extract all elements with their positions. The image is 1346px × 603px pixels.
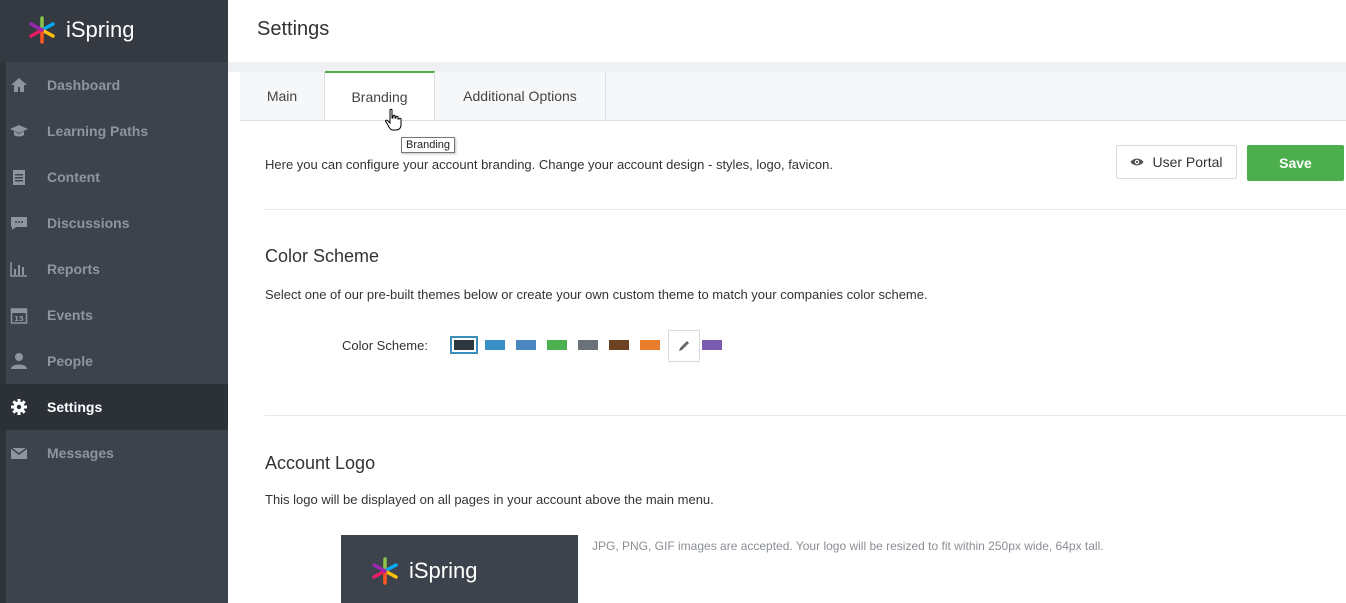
person-icon bbox=[11, 353, 27, 369]
graduation-cap-icon bbox=[10, 125, 28, 137]
eye-icon bbox=[1130, 158, 1144, 166]
page-title: Settings bbox=[257, 18, 330, 40]
sidebar-item-label: Learning Paths bbox=[47, 123, 149, 139]
logo-preview-inner: iSpring bbox=[369, 557, 477, 585]
account-logo-description: This logo will be displayed on all pages… bbox=[265, 492, 714, 507]
color-swatch-fill bbox=[454, 340, 474, 350]
logo-preview-text: iSpring bbox=[409, 558, 478, 583]
sidebar-item-label: People bbox=[47, 353, 93, 369]
sidebar-item-label: Content bbox=[47, 169, 100, 185]
color-swatch-fill bbox=[609, 340, 629, 350]
color-swatch-fill bbox=[578, 340, 598, 350]
account-logo-preview[interactable]: iSpring bbox=[341, 535, 578, 603]
sidebar-item-content[interactable]: Content bbox=[0, 154, 228, 200]
ispring-star-icon bbox=[372, 557, 398, 585]
color-swatch[interactable] bbox=[574, 336, 602, 354]
color-scheme-description: Select one of our pre-built themes below… bbox=[265, 287, 928, 302]
divider bbox=[265, 415, 1346, 416]
color-swatch[interactable] bbox=[636, 336, 664, 354]
pencil-icon bbox=[679, 341, 689, 351]
color-scheme-heading: Color Scheme bbox=[265, 246, 380, 266]
sidebar-item-label: Messages bbox=[47, 445, 114, 461]
color-swatch-fill bbox=[485, 340, 505, 350]
sidebar-item-events[interactable]: 15 Events bbox=[0, 292, 228, 338]
sidebar-nav: Dashboard Learning Paths Content Discuss… bbox=[0, 62, 228, 476]
bar-chart-icon bbox=[10, 262, 27, 277]
logo-format-note: JPG, PNG, GIF images are accepted. Your … bbox=[592, 539, 1104, 553]
svg-text:15: 15 bbox=[14, 315, 24, 323]
divider bbox=[265, 209, 1346, 210]
ispring-star-icon bbox=[29, 16, 55, 44]
home-icon bbox=[11, 78, 27, 92]
clipboard-icon bbox=[13, 170, 25, 185]
sidebar-item-label: Discussions bbox=[47, 215, 130, 231]
sidebar-item-dashboard[interactable]: Dashboard bbox=[0, 62, 228, 108]
color-scheme-label: Color Scheme: bbox=[342, 338, 428, 353]
sidebar-logo-bar: iSpring bbox=[0, 0, 228, 62]
sidebar-item-learning-paths[interactable]: Learning Paths bbox=[0, 108, 228, 154]
account-logo-heading: Account Logo bbox=[265, 453, 376, 473]
page-header: Settings bbox=[228, 0, 1346, 63]
tab-main[interactable]: Main bbox=[240, 72, 325, 120]
tab-branding[interactable]: Branding bbox=[325, 71, 435, 120]
gear-icon bbox=[11, 399, 27, 415]
app-logo-text: iSpring bbox=[66, 17, 135, 42]
sidebar-item-label: Settings bbox=[47, 399, 103, 415]
color-swatch-fill bbox=[640, 340, 660, 350]
color-swatch[interactable] bbox=[481, 336, 509, 354]
sidebar-item-discussions[interactable]: Discussions bbox=[0, 200, 228, 246]
sidebar-item-label: Dashboard bbox=[47, 77, 121, 93]
sidebar-item-settings[interactable]: Settings bbox=[0, 384, 228, 430]
color-swatch[interactable] bbox=[543, 336, 571, 354]
settings-tabs: Main Branding Additional Options bbox=[240, 71, 1346, 121]
color-swatch-fill bbox=[516, 340, 536, 350]
sidebar-item-messages[interactable]: Messages bbox=[0, 430, 228, 476]
calendar-icon: 15 bbox=[10, 308, 28, 324]
sidebar-item-label: Events bbox=[47, 307, 93, 323]
save-button[interactable]: Save bbox=[1247, 145, 1344, 181]
sidebar-item-people[interactable]: People bbox=[0, 338, 228, 384]
color-swatch-fill bbox=[702, 340, 722, 350]
tab-additional-options[interactable]: Additional Options bbox=[435, 72, 606, 120]
color-swatch-fill bbox=[547, 340, 567, 350]
chat-icon bbox=[11, 217, 27, 230]
sidebar: iSpring Dashboard Learning Paths Content… bbox=[0, 0, 228, 603]
branding-intro: Here you can configure your account bran… bbox=[265, 157, 834, 172]
color-swatch[interactable] bbox=[698, 336, 726, 354]
branding-panel: Here you can configure your account bran… bbox=[240, 120, 1346, 603]
sidebar-item-reports[interactable]: Reports bbox=[0, 246, 228, 292]
user-portal-label: User Portal bbox=[1152, 154, 1223, 170]
color-swatch[interactable] bbox=[605, 336, 633, 354]
color-swatch[interactable] bbox=[512, 336, 540, 354]
edit-theme-button[interactable] bbox=[668, 330, 700, 362]
sidebar-item-label: Reports bbox=[47, 261, 100, 277]
app-logo[interactable]: iSpring bbox=[26, 16, 134, 44]
envelope-icon bbox=[10, 447, 28, 459]
user-portal-button[interactable]: User Portal bbox=[1116, 145, 1237, 179]
color-swatch[interactable] bbox=[450, 336, 478, 354]
